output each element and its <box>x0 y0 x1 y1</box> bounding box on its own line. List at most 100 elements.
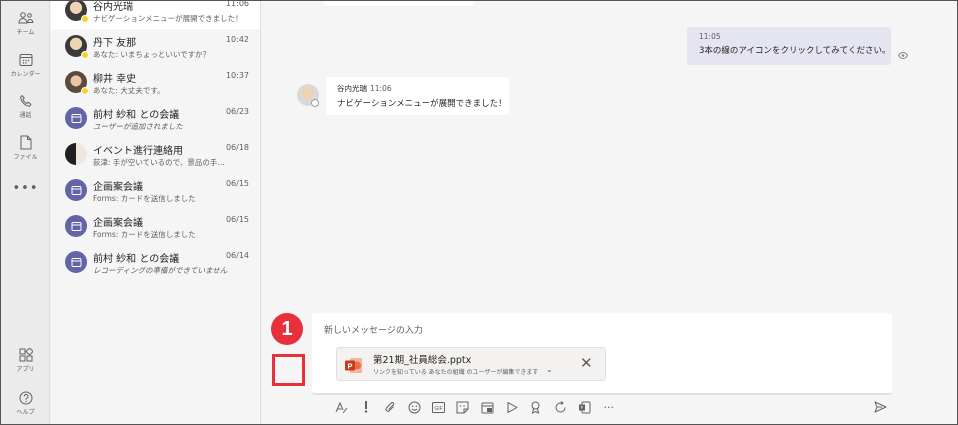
chat-preview: 荻津: 手が空いているので、景品の手… <box>93 158 225 167</box>
chat-name: 柳井 幸史 <box>93 74 137 85</box>
sender-name: 谷内光瑞 <box>337 84 367 93</box>
chat-time: 06/15 <box>225 215 249 224</box>
rail-label: ヘルプ <box>16 409 35 416</box>
file-icon <box>20 135 31 150</box>
avatar <box>65 143 87 165</box>
app-rail: チーム カレンダー 通話 ファイル ••• アプリ ヘルプ <box>1 1 50 424</box>
gif-icon[interactable]: GIF <box>431 400 446 415</box>
sticker-icon[interactable] <box>455 400 470 415</box>
chat-time: 06/14 <box>225 251 249 260</box>
step-callout: 1 <box>271 313 303 345</box>
compose-toolbar: GIF F ··· <box>334 399 626 415</box>
rail-item-more[interactable]: ••• <box>1 177 50 196</box>
calendar-icon <box>19 54 32 66</box>
rail-label: ファイル <box>13 154 38 161</box>
phone-icon <box>19 95 31 107</box>
rail-label: チーム <box>16 29 35 36</box>
rail-item-teams[interactable]: チーム <box>1 11 50 36</box>
chat-name: 丹下 友那 <box>93 38 137 49</box>
rail-item-calendar[interactable]: カレンダー <box>1 53 50 78</box>
attach-icon[interactable] <box>383 400 398 415</box>
meeting-calendar-icon <box>65 251 87 273</box>
presence-status-icon <box>81 51 89 59</box>
rail-label: アプリ <box>16 366 35 373</box>
important-icon[interactable] <box>358 400 373 415</box>
compose-box[interactable]: 新しいメッセージの入力 P 第21期_社員総会.pptx リンクを知っている あ… <box>312 313 892 395</box>
chat-name: イベント進行連絡用 <box>93 146 183 157</box>
chat-list-item[interactable]: 企画案会議 06/15 Forms: カードを送信しました <box>51 209 260 245</box>
chat-preview: あなた: 大丈夫です。 <box>93 86 165 95</box>
chat-time: 06/15 <box>225 179 249 188</box>
more-options-icon[interactable]: ··· <box>601 400 616 415</box>
chat-preview: ナビゲーションメニューが展開できました！ <box>93 14 243 23</box>
chat-time: 10:42 <box>225 35 249 44</box>
rail-item-help[interactable]: ヘルプ <box>1 391 50 416</box>
meet-icon[interactable] <box>480 400 495 415</box>
loop-icon[interactable] <box>553 400 568 415</box>
chevron-down-icon[interactable]: ⌄ <box>546 365 553 374</box>
chat-name: 前村 紗和 との会議 <box>93 110 180 121</box>
send-icon[interactable] <box>874 401 887 413</box>
chat-list-item[interactable]: イベント進行連絡用 06/18 荻津: 手が空いているので、景品の手… <box>51 137 260 173</box>
my-message[interactable]: 11:05 3本の線のアイコンをクリックしてみてください。 <box>687 27 891 65</box>
chat-name: 企画案会議 <box>93 218 143 229</box>
compose-placeholder[interactable]: 新しいメッセージの入力 <box>324 323 423 336</box>
conversation-pane: 11:05 3本の線のアイコンをクリックしてみてください。 谷内光瑞 11:06 … <box>262 1 957 424</box>
chat-list-item[interactable]: 前村 紗和 との会議 06/14 レコーディングの準備ができていません <box>51 245 260 281</box>
chat-time: 06/18 <box>225 143 249 152</box>
meeting-calendar-icon <box>65 215 87 237</box>
rail-label: カレンダー <box>10 71 41 78</box>
chat-preview: あなた: いまちょっといいですか？ <box>93 50 211 59</box>
previous-message-stub <box>324 1 474 6</box>
format-icon[interactable] <box>334 400 349 415</box>
rail-item-calls[interactable]: 通話 <box>1 94 50 119</box>
forms-icon[interactable]: F <box>577 400 592 415</box>
chat-list-item[interactable]: 前村 紗和 との会議 06/23 ユーザーが追加されました <box>51 101 260 137</box>
more-icon: ••• <box>12 181 39 196</box>
svg-text:F: F <box>581 405 584 410</box>
chat-time: 10:37 <box>225 71 249 80</box>
chat-list: 谷内光瑞 11:06 ナビゲーションメニューが展開できました！ 丹下 友那 10:42 あ… <box>51 1 261 424</box>
presence-status-icon <box>81 15 89 23</box>
meeting-calendar-icon <box>65 107 87 129</box>
chat-name: 前村 紗和 との会議 <box>93 254 180 265</box>
rail-item-files[interactable]: ファイル <box>1 135 50 161</box>
chat-preview: Forms: カードを送信しました <box>93 230 196 239</box>
praise-icon[interactable] <box>528 400 543 415</box>
stream-icon[interactable] <box>504 400 519 415</box>
chat-preview: Forms: カードを送信しました <box>93 194 196 203</box>
status-icon <box>311 99 319 107</box>
attachment-card[interactable]: P 第21期_社員総会.pptx リンクを知っている あなたの組織 のユーザーが… <box>336 347 606 381</box>
teams-icon <box>17 12 33 24</box>
presence-status-icon <box>81 87 89 95</box>
seen-eye-icon <box>898 52 908 59</box>
message-text: ナビゲーションメニューが展開できました！ <box>337 99 507 109</box>
message-time: 11:06 <box>370 84 392 93</box>
attachment-sharing-text: リンクを知っている あなたの組織 のユーザーが編集できます <box>373 369 539 376</box>
chat-name: 谷内光瑞 <box>93 2 133 13</box>
emoji-icon[interactable] <box>407 400 422 415</box>
chat-list-item[interactable]: 柳井 幸史 10:37 あなた: 大丈夫です。 <box>51 65 260 101</box>
meeting-calendar-icon <box>65 179 87 201</box>
rail-label: 通話 <box>19 112 32 119</box>
chevron-highlight-box <box>272 354 305 386</box>
rail-item-apps[interactable]: アプリ <box>1 348 50 373</box>
apps-icon <box>19 348 33 362</box>
help-icon <box>19 391 32 405</box>
chat-preview: レコーディングの準備ができていません <box>93 266 228 275</box>
chat-list-item[interactable]: 企画案会議 06/15 Forms: カードを送信しました <box>51 173 260 209</box>
chat-name: 企画案会議 <box>93 182 143 193</box>
svg-text:GIF: GIF <box>435 405 443 411</box>
received-message[interactable]: 谷内光瑞 11:06 ナビゲーションメニューが展開できました！ <box>326 77 509 115</box>
svg-text:P: P <box>347 361 352 370</box>
chat-preview: ユーザーが追加されました <box>93 122 183 131</box>
chat-list-item[interactable]: 谷内光瑞 11:06 ナビゲーションメニューが展開できました！ <box>51 1 260 29</box>
chat-list-item[interactable]: 丹下 友那 10:42 あなた: いまちょっといいですか？ <box>51 29 260 65</box>
message-time: 11:05 <box>699 32 721 41</box>
chat-time: 11:06 <box>225 1 249 8</box>
chat-time: 06/23 <box>225 107 249 116</box>
attachment-file-name: 第21期_社員総会.pptx <box>373 355 472 366</box>
message-text: 3本の線のアイコンをクリックしてみてください。 <box>699 46 891 56</box>
remove-attachment-button[interactable]: ✕ <box>580 354 593 372</box>
powerpoint-icon: P <box>345 358 362 373</box>
